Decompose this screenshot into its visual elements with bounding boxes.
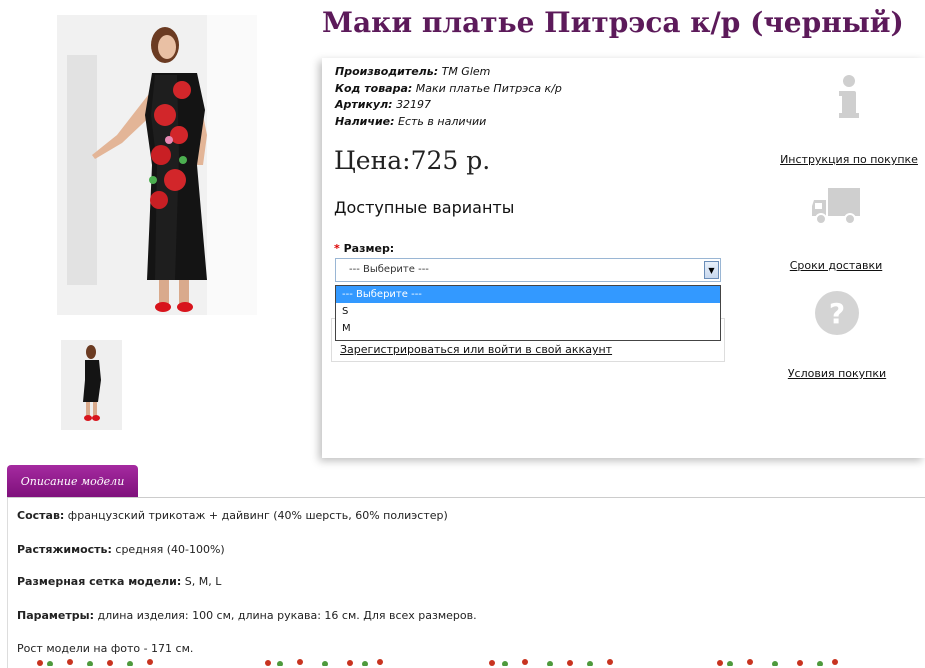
availability-label: Наличие: [335, 114, 395, 128]
svg-text:?: ? [829, 297, 845, 330]
description-label: Параметры: [17, 609, 94, 622]
info-icon [839, 75, 859, 118]
description-text: Рост модели на фото - 171 см. [17, 642, 194, 655]
manufacturer-value: ТМ Glem [441, 65, 491, 78]
size-option[interactable]: S [336, 303, 720, 320]
availability-value: Есть в наличии [398, 114, 487, 128]
question-icon: ? [815, 291, 859, 335]
description-line: Растяжимость: средняя (40-100%) [17, 543, 225, 556]
size-select-value: --- Выберите --- [349, 264, 429, 275]
product-info-panel: Производитель: ТМ Glem Код товара: Маки … [322, 58, 925, 458]
size-option[interactable]: M [336, 320, 720, 337]
size-option[interactable]: --- Выберите --- [336, 286, 720, 303]
description-line: Состав: французский трикотаж + дайвинг (… [17, 509, 448, 522]
terms-block: ? Условия покупки [762, 290, 912, 381]
product-thumbnail[interactable] [61, 340, 122, 430]
purchase-instructions-link[interactable]: Инструкция по покупке [780, 153, 918, 166]
instructions-block: Инструкция по покупке [774, 74, 924, 167]
required-mark: * [334, 242, 340, 255]
delivery-terms-link[interactable]: Сроки доставки [790, 259, 883, 272]
availability-row: Наличие: Есть в наличии [335, 114, 562, 131]
register-login-link[interactable]: Зарегистрироваться или войти в свой акка… [340, 343, 612, 356]
sku-row: Артикул: 32197 [335, 97, 562, 114]
size-dropdown-list: --- Выберите --- S M [335, 285, 721, 341]
size-label-text: Размер: [343, 242, 395, 255]
decorative-flower-border [37, 659, 838, 666]
product-code-row: Код товара: Маки платье Питрэса к/р [335, 81, 562, 98]
delivery-block: Сроки доставки [761, 188, 911, 273]
description-label: Размерная сетка модели: [17, 575, 182, 588]
description-panel: Состав: французский трикотаж + дайвинг (… [7, 498, 925, 668]
product-attributes: Производитель: ТМ Glem Код товара: Маки … [335, 64, 562, 130]
description-text: французский трикотаж + дайвинг (40% шерс… [64, 509, 448, 522]
dress-thumbnail-photo [61, 340, 122, 430]
size-label: * Размер: [334, 242, 394, 255]
description-text: средняя (40-100%) [111, 543, 225, 556]
sku-label: Артикул: [335, 98, 393, 111]
product-title: Маки платье Питрэса к/р (черный) [322, 6, 904, 39]
product-code-value: Маки платье Питрэса к/р [415, 81, 562, 95]
description-line: Рост модели на фото - 171 см. [17, 642, 193, 655]
description-label: Состав: [17, 509, 65, 522]
purchase-terms-link[interactable]: Условия покупки [788, 367, 886, 380]
manufacturer-row: Производитель: ТМ Glem [335, 64, 562, 81]
description-text: длина изделия: 100 см, длина рукава: 16 … [93, 609, 477, 622]
description-line: Размерная сетка модели: S, M, L [17, 575, 221, 588]
manufacturer-label: Производитель: [335, 65, 439, 78]
description-label: Растяжимость: [17, 543, 112, 556]
variants-heading: Доступные варианты [334, 198, 515, 217]
truck-icon [812, 188, 860, 225]
chevron-down-icon[interactable]: ▼ [704, 261, 719, 279]
dress-photo [57, 15, 257, 315]
product-code-label: Код товара: [335, 81, 413, 95]
size-select[interactable]: --- Выберите --- ▼ [335, 258, 721, 282]
description-text: S, M, L [181, 575, 222, 588]
sku-value: 32197 [396, 98, 432, 111]
tab-model-description[interactable]: Описание модели [7, 465, 138, 498]
product-main-image[interactable] [57, 15, 257, 315]
product-price: Цена:725 р. [334, 146, 491, 175]
description-line: Параметры: длина изделия: 100 см, длина … [17, 609, 477, 622]
